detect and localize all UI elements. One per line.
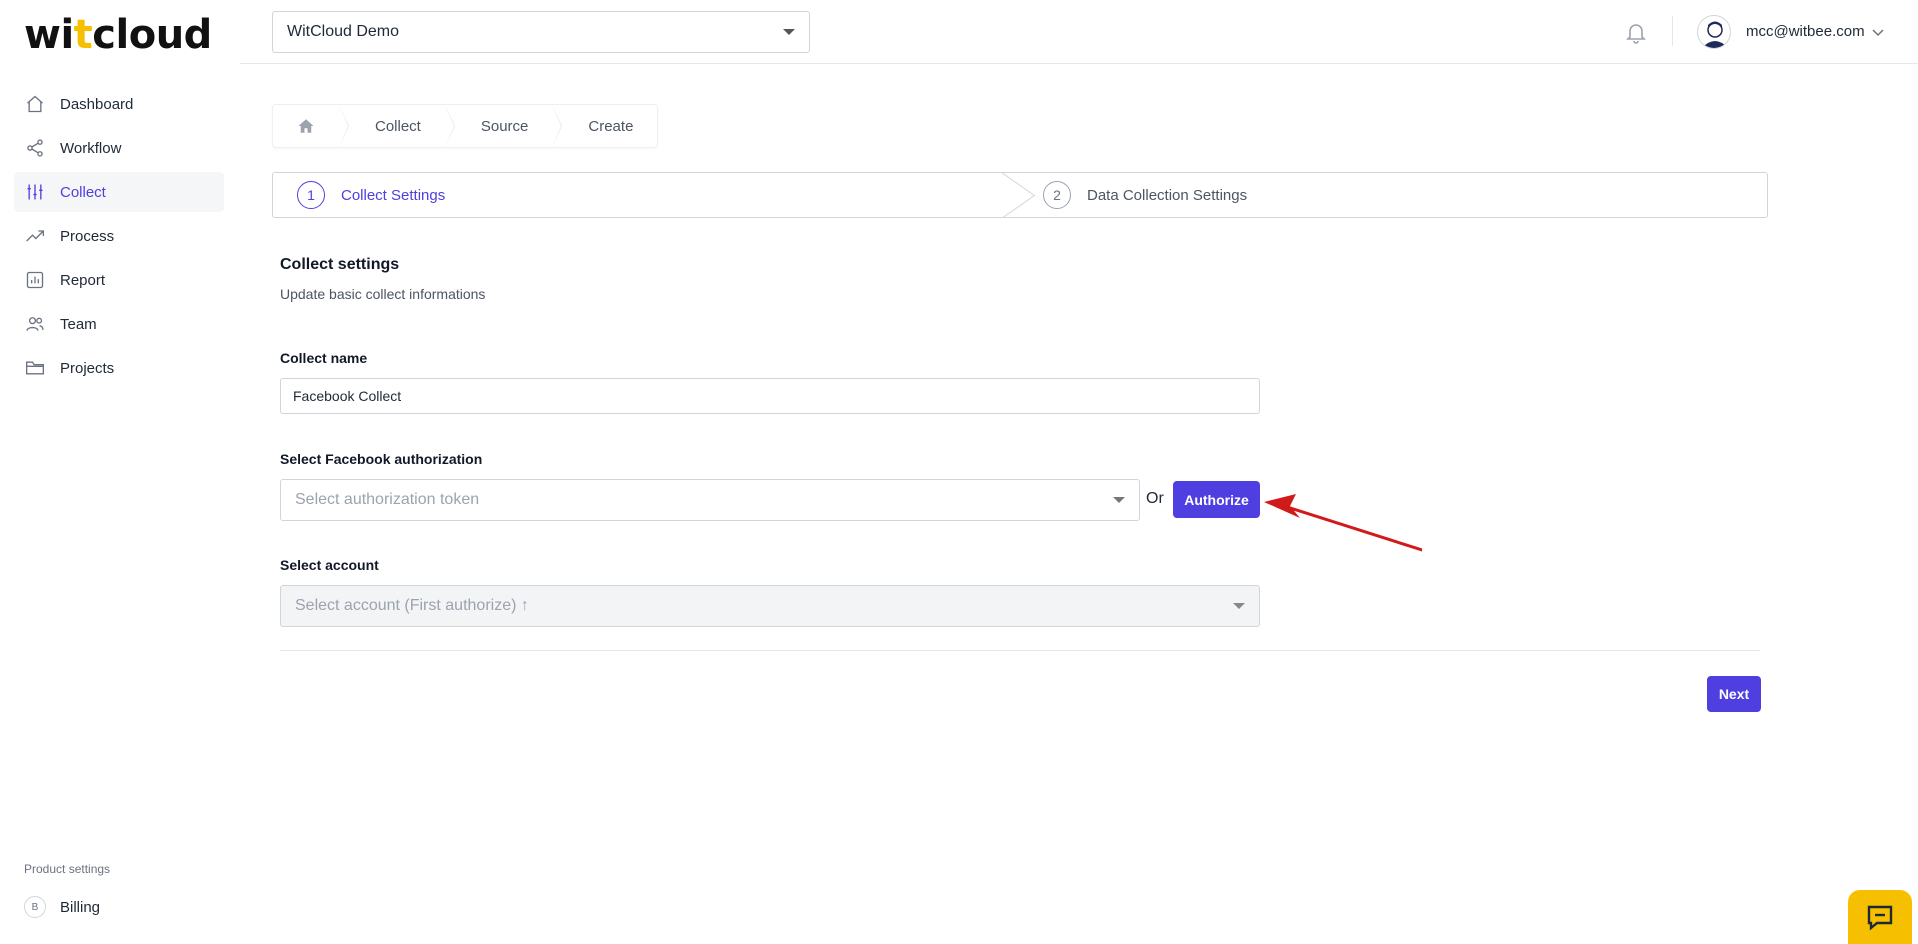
caret-down-icon [1113, 497, 1125, 503]
sidebar-item-label: Report [60, 271, 106, 289]
avatar[interactable] [1697, 15, 1731, 49]
user-email[interactable]: mcc@witbee.com [1746, 23, 1865, 40]
chat-icon [1867, 905, 1893, 931]
sidebar-item-label: Dashboard [60, 95, 134, 113]
breadcrumb-create: Create [588, 117, 634, 135]
caret-down-icon [783, 29, 795, 35]
red-arrow-annotation [1264, 494, 1422, 552]
sidebar-item-dashboard[interactable]: Dashboard [14, 84, 224, 124]
section-title: Collect settings [280, 256, 400, 273]
sidebar-nav: Dashboard Workflow Collect Process Repor… [14, 84, 224, 392]
account-select-placeholder: Select account (First authorize) ↑ [295, 597, 529, 614]
breadcrumb: Collect Source Create [272, 104, 659, 148]
authorization-token-select[interactable]: Select authorization token [280, 479, 1140, 521]
users-icon [24, 313, 46, 335]
organization-select[interactable]: WitCloud Demo [272, 11, 810, 53]
sidebar-item-projects[interactable]: Projects [14, 348, 224, 388]
bar-chart-icon [24, 269, 46, 291]
home-icon [298, 119, 314, 133]
product-settings-heading: Product settings [24, 862, 111, 876]
account-select[interactable]: Select account (First authorize) ↑ [280, 585, 1260, 627]
folder-icon [24, 357, 46, 379]
sidebar-item-process[interactable]: Process [14, 216, 224, 256]
sidebar-item-workflow[interactable]: Workflow [14, 128, 224, 168]
section-subtitle: Update basic collect informations [280, 286, 486, 302]
share-icon [24, 137, 46, 159]
sidebar-item-label: Collect [60, 183, 106, 201]
step-label: Collect Settings [341, 186, 446, 204]
collect-name-label: Collect name [280, 350, 368, 366]
chevron-down-icon[interactable] [1870, 24, 1886, 40]
sidebar-item-report[interactable]: Report [14, 260, 224, 300]
billing-label: Billing [60, 898, 101, 916]
chat-widget-button[interactable] [1848, 890, 1912, 944]
home-icon [24, 93, 46, 115]
top-header: WitCloud Demo mcc@witbee.com [240, 0, 1918, 64]
caret-down-icon [1233, 603, 1245, 609]
facebook-authorization-label: Select Facebook authorization [280, 451, 483, 467]
sidebar-item-label: Process [60, 227, 115, 245]
authorization-token-placeholder: Select authorization token [295, 491, 480, 508]
witcloud-logo[interactable]: witcloud [24, 12, 212, 58]
trending-icon [24, 225, 46, 247]
sidebar-item-billing[interactable]: B Billing [24, 896, 100, 918]
or-text: Or [1146, 490, 1164, 507]
sidebar-item-label: Projects [60, 359, 115, 377]
step-data-collection-settings[interactable]: 2 Data Collection Settings [1003, 173, 1767, 217]
sidebar-item-label: Team [60, 315, 97, 333]
breadcrumb-home[interactable] [273, 105, 349, 147]
breadcrumb-collect[interactable]: Collect [339, 105, 455, 147]
organization-select-value: WitCloud Demo [287, 23, 400, 40]
step-number: 2 [1043, 181, 1071, 209]
step-label: Data Collection Settings [1087, 186, 1248, 204]
step-number: 1 [297, 181, 325, 209]
sidebar: witcloud Dashboard Workflow Collect Proc… [0, 0, 240, 944]
bell-icon[interactable] [1624, 20, 1648, 44]
sidebar-item-label: Workflow [60, 139, 122, 157]
collect-name-input[interactable] [280, 378, 1260, 414]
step-collect-settings[interactable]: 1 Collect Settings [273, 173, 1003, 217]
header-divider [1672, 16, 1673, 46]
sliders-icon [24, 181, 46, 203]
select-account-label: Select account [280, 557, 379, 573]
stepper: 1 Collect Settings 2 Data Collection Set… [272, 172, 1768, 218]
breadcrumb-source[interactable]: Source [445, 105, 562, 147]
sidebar-item-collect[interactable]: Collect [14, 172, 224, 212]
billing-badge: B [24, 896, 46, 918]
form-divider [280, 650, 1760, 651]
next-button[interactable]: Next [1707, 676, 1761, 712]
sidebar-item-team[interactable]: Team [14, 304, 224, 344]
authorize-button[interactable]: Authorize [1173, 481, 1260, 518]
